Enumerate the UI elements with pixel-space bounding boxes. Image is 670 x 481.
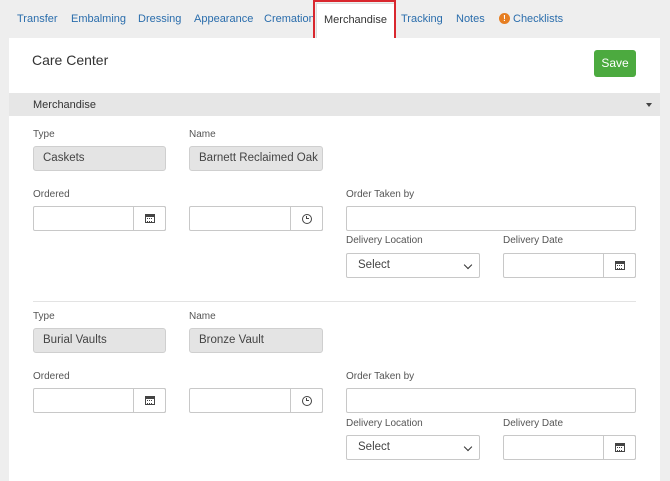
type-field: Caskets bbox=[33, 146, 166, 171]
clock-button[interactable] bbox=[290, 388, 323, 413]
exclamation-circle-icon: ! bbox=[499, 13, 510, 24]
clock-button[interactable] bbox=[290, 206, 323, 231]
calendar-button[interactable] bbox=[133, 206, 166, 231]
tab-notes[interactable]: Notes bbox=[456, 0, 485, 38]
type-label: Type bbox=[33, 311, 55, 322]
tab-cremation[interactable]: Cremation bbox=[264, 0, 315, 38]
tab-transfer[interactable]: Transfer bbox=[17, 0, 58, 38]
section-title: Merchandise bbox=[33, 99, 96, 111]
type-field: Burial Vaults bbox=[33, 328, 166, 353]
delivery-location-label: Delivery Location bbox=[346, 418, 423, 429]
clock-icon bbox=[301, 395, 312, 406]
tab-checklists[interactable]: ! Checklists bbox=[499, 0, 563, 38]
calendar-icon bbox=[144, 214, 155, 223]
save-button[interactable]: Save bbox=[594, 50, 636, 77]
delivery-date-label: Delivery Date bbox=[503, 418, 564, 429]
caret-down-icon bbox=[646, 103, 652, 107]
tab-checklists-label: Checklists bbox=[513, 13, 564, 25]
ordered-date-input[interactable] bbox=[33, 206, 166, 231]
calendar-icon bbox=[144, 396, 155, 405]
calendar-button[interactable] bbox=[133, 388, 166, 413]
calendar-button[interactable] bbox=[603, 253, 636, 278]
delivery-date-input[interactable] bbox=[503, 435, 636, 460]
ordered-date-input[interactable] bbox=[33, 388, 166, 413]
delivery-location-label: Delivery Location bbox=[346, 235, 423, 246]
active-tab-highlight bbox=[313, 0, 396, 41]
tab-tracking[interactable]: Tracking bbox=[401, 0, 443, 38]
calendar-button[interactable] bbox=[603, 435, 636, 460]
delivery-date-input[interactable] bbox=[503, 253, 636, 278]
ordered-label: Ordered bbox=[33, 189, 70, 200]
delivery-location-select[interactable]: Select bbox=[346, 435, 480, 460]
delivery-date-label: Delivery Date bbox=[503, 235, 564, 246]
calendar-icon bbox=[614, 443, 625, 452]
delivery-location-value: Select bbox=[358, 259, 390, 271]
page-title: Care Center bbox=[32, 52, 109, 68]
item-divider bbox=[33, 301, 636, 302]
ordered-time-input[interactable] bbox=[189, 388, 323, 413]
ordered-time-input[interactable] bbox=[189, 206, 323, 231]
merchandise-section-header[interactable]: Merchandise bbox=[9, 93, 660, 116]
ordered-label: Ordered bbox=[33, 371, 70, 382]
clock-icon bbox=[301, 213, 312, 224]
order-taken-input[interactable] bbox=[346, 388, 636, 413]
calendar-icon bbox=[614, 261, 625, 270]
tab-appearance[interactable]: Appearance bbox=[194, 0, 253, 38]
order-taken-label: Order Taken by bbox=[346, 189, 415, 200]
name-label: Name bbox=[189, 129, 216, 140]
name-field: Barnett Reclaimed Oak bbox=[189, 146, 323, 171]
order-taken-label: Order Taken by bbox=[346, 371, 415, 382]
care-center-panel: Care Center Save Merchandise Type Name C… bbox=[9, 38, 660, 481]
type-label: Type bbox=[33, 129, 55, 140]
chevron-down-icon bbox=[463, 442, 473, 452]
name-label: Name bbox=[189, 311, 216, 322]
order-taken-input[interactable] bbox=[346, 206, 636, 231]
delivery-location-value: Select bbox=[358, 441, 390, 453]
chevron-down-icon bbox=[463, 260, 473, 270]
tab-dressing[interactable]: Dressing bbox=[138, 0, 181, 38]
name-field: Bronze Vault bbox=[189, 328, 323, 353]
delivery-location-select[interactable]: Select bbox=[346, 253, 480, 278]
tab-embalming[interactable]: Embalming bbox=[71, 0, 126, 38]
